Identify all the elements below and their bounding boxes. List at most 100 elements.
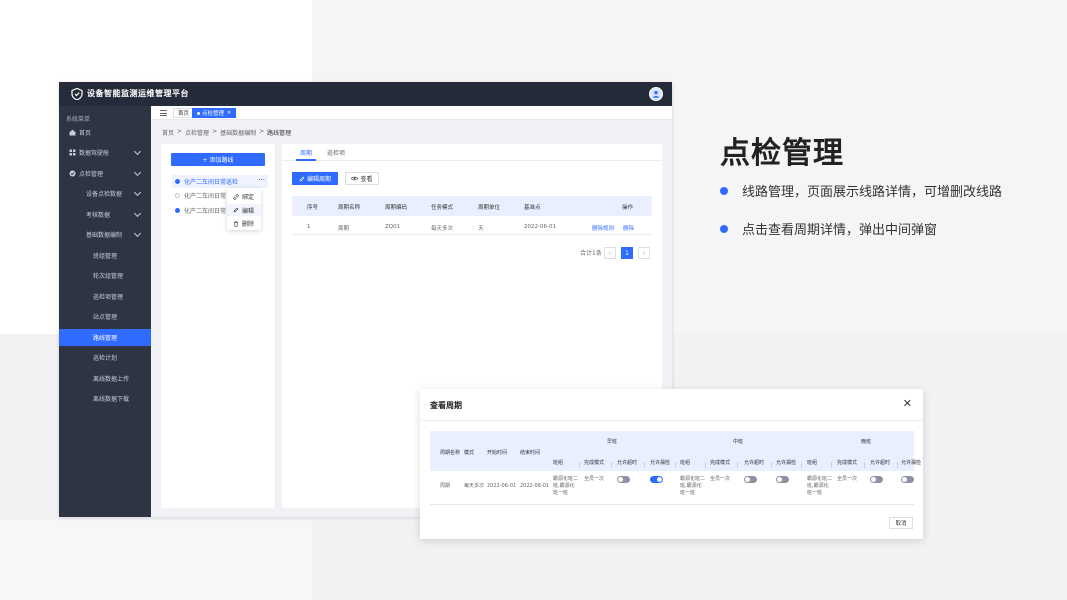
allow-miss-toggle[interactable] xyxy=(901,476,914,483)
route-item[interactable]: 化产二车间日常 xyxy=(175,206,226,215)
allow-miss-toggle[interactable] xyxy=(650,476,663,483)
sidebar-item-label: 离线数据下载 xyxy=(93,396,130,403)
tab-cycle[interactable]: 周期 xyxy=(300,148,312,157)
column-header: 周期编码 xyxy=(385,205,408,211)
next-page-button[interactable]: › xyxy=(638,247,650,259)
sidebar-item-team[interactable]: 班组管理 xyxy=(59,247,151,264)
trash-icon xyxy=(234,221,238,227)
sidebar-item-base-data[interactable]: 基础数据编制 xyxy=(59,226,151,243)
sidebar-item-rotation[interactable]: 轮次组管理 xyxy=(59,267,151,284)
sidebar-item-device-data[interactable]: 设备点检数据 xyxy=(59,185,151,202)
close-icon[interactable]: ✕ xyxy=(227,110,231,116)
radio[interactable] xyxy=(175,193,180,198)
sidebar-item-label: 基础数据编制 xyxy=(86,232,123,239)
tabs-bar: 首页 点检管理 ✕ xyxy=(151,106,672,120)
table-cell: 霸源化班二班,霸源化班一班 xyxy=(807,476,833,496)
column-header: 周期单位 xyxy=(478,205,501,211)
slide-heading: 点检管理 xyxy=(720,136,844,171)
allow-timeout-toggle[interactable] xyxy=(617,476,630,483)
route-tree-panel: + 添加路线 化产二车间日常巡检 ··· 化产二车间日常 化产二车间日常 绑定 … xyxy=(161,144,275,508)
sidebar: 系统菜单 首页 数据驾驶舱 点检管理 设备点检数据 考核数据 基础数据编制 班组… xyxy=(59,106,151,517)
route-item-label: 化产二车间日常 xyxy=(184,193,227,200)
column-header: 班组 xyxy=(807,460,818,466)
sidebar-item-dashboard[interactable]: 数据驾驶舱 xyxy=(59,144,151,161)
column-header: 结束时间 xyxy=(520,450,541,456)
breadcrumb-separator: > xyxy=(177,128,183,135)
column-separator xyxy=(771,462,772,468)
breadcrumb: 首页 > 点检管理 > 基础数据编制 > 路线管理 xyxy=(162,128,291,137)
edit-menu-item[interactable]: 编辑 xyxy=(227,204,261,216)
chevron-down-icon xyxy=(133,147,142,156)
top-bar: 设备智能监测运维管理平台 xyxy=(59,82,672,106)
column-separator xyxy=(897,462,898,468)
route-item[interactable]: 化产二车间日常 xyxy=(175,191,226,200)
tab-check-items[interactable]: 巡检项 xyxy=(327,148,345,157)
table-cell: 每天多次 xyxy=(431,226,454,232)
column-header: 模式 xyxy=(464,450,475,456)
tab-dot xyxy=(197,111,200,115)
chevron-down-icon xyxy=(133,209,142,218)
menu-fold-icon[interactable] xyxy=(160,110,167,116)
tab-inspection[interactable]: 点检管理 ✕ xyxy=(192,108,237,118)
chevron-down-icon xyxy=(133,188,142,197)
table-cell: 周期 xyxy=(338,226,350,232)
close-icon[interactable]: ✕ xyxy=(903,397,912,410)
eye-icon xyxy=(351,176,359,181)
table-cell: 全员一次 xyxy=(710,476,731,482)
breadcrumb-item[interactable]: 首页 xyxy=(162,128,174,137)
edit-cycle-button[interactable]: 编辑周期 xyxy=(292,172,338,185)
cancel-button[interactable]: 取消 xyxy=(889,517,913,529)
allow-timeout-toggle[interactable] xyxy=(870,476,883,483)
modal-table-row: 周期 每天多次 2022-06-01 2022-06-01 霸源化班二班,霸源化… xyxy=(430,471,914,505)
menu-item-label: 绑定 xyxy=(242,194,255,201)
breadcrumb-current: 路线管理 xyxy=(267,130,292,137)
sidebar-item-inspection[interactable]: 点检管理 xyxy=(59,165,151,182)
column-header: 周期名称 xyxy=(338,205,361,211)
route-item[interactable]: 化产二车间日常巡检 ··· xyxy=(172,175,268,188)
add-route-button[interactable]: + 添加路线 xyxy=(171,153,265,166)
breadcrumb-item[interactable]: 点检管理 xyxy=(185,128,209,137)
sidebar-item-offline-download[interactable]: 离线数据下载 xyxy=(59,390,151,407)
sidebar-item-check-items[interactable]: 巡检项管理 xyxy=(59,288,151,305)
avatar[interactable] xyxy=(649,87,663,101)
view-button[interactable]: 查看 xyxy=(345,172,379,185)
table-cell: 霸源化班二班,霸源化班一班 xyxy=(680,476,706,496)
column-separator xyxy=(675,462,676,468)
modal-table-header: 周期名称 模式 开始时间 结束时间 早班 中班 晚班 班组 完成模式 允许超时 … xyxy=(430,431,921,471)
sidebar-item-routes[interactable]: 路线管理 xyxy=(59,329,151,346)
column-header: 班组 xyxy=(553,460,564,466)
breadcrumb-item[interactable]: 基础数据编制 xyxy=(220,128,256,137)
tab-home[interactable]: 首页 xyxy=(173,108,195,118)
column-header: 完成模式 xyxy=(584,460,605,466)
sidebar-item-label: 点检管理 xyxy=(79,171,104,178)
sidebar-item-offline-upload[interactable]: 离线数据上传 xyxy=(59,370,151,387)
radio-selected[interactable] xyxy=(175,179,180,184)
delete-rule-link[interactable]: 删除规则 xyxy=(592,224,614,232)
bind-menu-item[interactable]: 绑定 xyxy=(233,192,254,201)
bullet-item: 点击查看周期详情，弹出中间弹窗 xyxy=(720,219,937,238)
column-header: 任务模式 xyxy=(431,205,454,211)
delete-link[interactable]: 删除 xyxy=(623,224,634,232)
sidebar-item-label: 设备点检数据 xyxy=(86,191,123,198)
more-icon[interactable]: ··· xyxy=(258,176,265,184)
allow-timeout-toggle[interactable] xyxy=(744,476,757,483)
modal-title: 查看周期 xyxy=(430,401,462,410)
column-separator xyxy=(705,462,706,468)
shift-header: 中班 xyxy=(733,439,744,445)
table-cell: 周期 xyxy=(440,483,451,489)
table-cell: 2022-06-01 xyxy=(524,224,556,230)
delete-menu-item[interactable]: 删除 xyxy=(233,219,254,228)
sidebar-item-plan[interactable]: 巡检计划 xyxy=(59,349,151,366)
pagination-total: 合计1条 xyxy=(580,250,602,257)
column-header: 完成模式 xyxy=(837,460,858,466)
allow-miss-toggle[interactable] xyxy=(776,476,789,483)
pencil-icon xyxy=(233,207,239,213)
sidebar-item-label: 离线数据上传 xyxy=(93,376,130,383)
breadcrumb-separator: > xyxy=(259,128,265,135)
sidebar-item-home[interactable]: 首页 xyxy=(59,124,151,141)
sidebar-item-sites[interactable]: 站点管理 xyxy=(59,308,151,325)
page-number-button[interactable]: 1 xyxy=(621,247,633,259)
sidebar-item-assessment[interactable]: 考核数据 xyxy=(59,206,151,223)
prev-page-button[interactable]: ‹ xyxy=(604,247,616,259)
radio-selected[interactable] xyxy=(175,208,180,213)
